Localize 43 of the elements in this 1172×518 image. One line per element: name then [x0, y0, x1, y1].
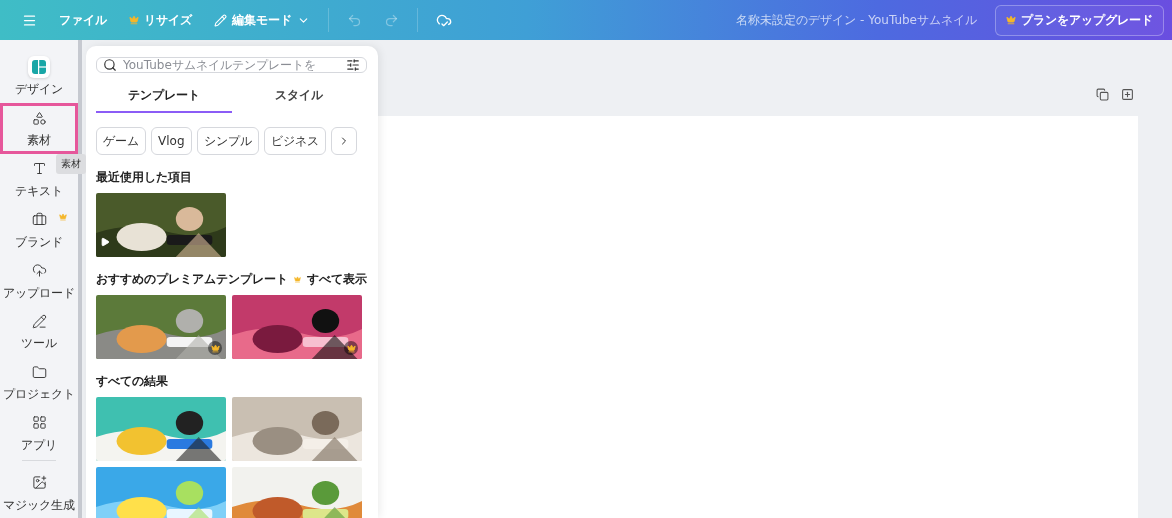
sidebar-item[interactable]: アップロード	[0, 255, 78, 306]
copy-icon[interactable]	[1096, 88, 1109, 101]
filter-icon[interactable]	[346, 58, 360, 72]
undo-icon	[347, 12, 362, 28]
section-title: 最近使用した項目	[96, 169, 192, 186]
pencil-icon	[214, 13, 227, 27]
filter-chip[interactable]: ビジネス	[263, 127, 326, 155]
shapes-icon	[31, 110, 47, 126]
square-plus-icon[interactable]	[1121, 88, 1134, 101]
sidebar-item[interactable]: ツール	[0, 305, 78, 357]
see-all-link[interactable]: すべて表示	[307, 271, 367, 288]
tooltip: 素材	[56, 154, 86, 174]
sidebar-item[interactable]: マジック生成	[0, 467, 78, 518]
cloud-check-icon	[436, 12, 452, 28]
grid-icon	[31, 415, 47, 431]
filter-chip[interactable]: シンプル	[196, 127, 259, 155]
type-icon	[31, 161, 47, 177]
upgrade-button[interactable]: プランをアップグレード	[995, 4, 1164, 36]
crown-icon	[1006, 15, 1016, 25]
image-plus-icon	[31, 475, 47, 491]
next-button[interactable]	[330, 127, 357, 155]
sidebar-item[interactable]: プロジェクト	[0, 356, 78, 408]
sidebar-item[interactable]: デザイン	[0, 52, 78, 103]
layout-icon	[32, 60, 46, 75]
search-icon	[103, 58, 117, 72]
pencil-icon	[31, 313, 47, 329]
filter-chip[interactable]: Vlog	[151, 127, 192, 155]
search-field[interactable]: YouTubeサムネイルテンプレートを	[96, 57, 367, 73]
briefcase-icon	[31, 212, 47, 228]
document-title: 名称未設定のデザイン - YouTubeサムネイル	[736, 11, 977, 29]
menu-icon	[22, 12, 37, 28]
folder-icon	[31, 364, 47, 380]
cloud-upload-icon	[31, 263, 47, 278]
section-title: おすすめのプレミアムテンプレート	[96, 271, 288, 288]
tab[interactable]: スタイル	[231, 81, 367, 113]
tab[interactable]: テンプレート	[96, 81, 232, 113]
redo-icon	[384, 12, 399, 28]
sidebar-item[interactable]: 素材	[0, 102, 78, 154]
sidebar-item[interactable]: ブランド	[0, 204, 78, 256]
crown-icon	[294, 275, 301, 284]
filter-chip[interactable]: ゲーム	[96, 127, 146, 155]
sidebar-item[interactable]: アプリ	[0, 407, 78, 459]
section-title: すべての結果	[96, 373, 168, 390]
